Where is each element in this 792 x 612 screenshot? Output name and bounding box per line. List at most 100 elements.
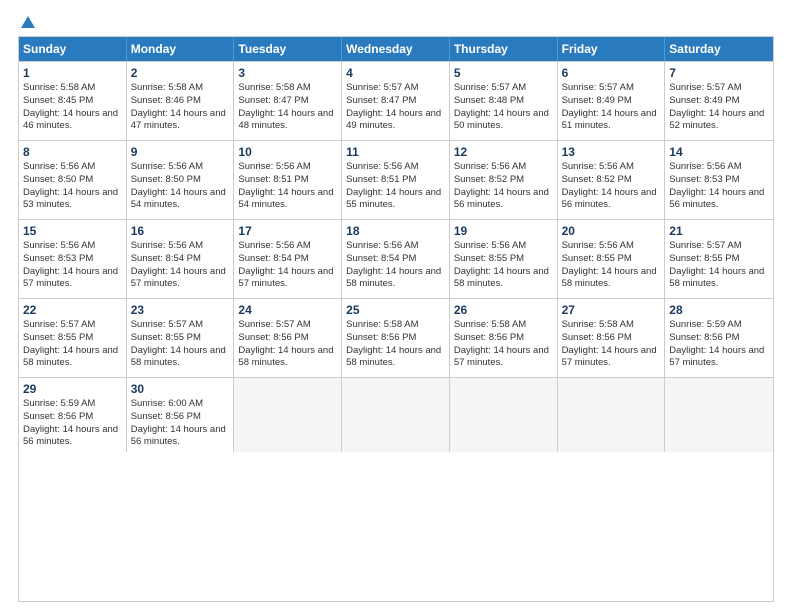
- day-header-thursday: Thursday: [450, 37, 558, 61]
- calendar-cell-4: 4 Sunrise: 5:57 AMSunset: 8:47 PMDaylight…: [342, 62, 450, 140]
- day-header-monday: Monday: [127, 37, 235, 61]
- calendar-row-3: 15 Sunrise: 5:56 AMSunset: 8:53 PMDayligh…: [19, 219, 773, 298]
- cell-date-23: 23: [131, 303, 230, 317]
- calendar-cell-30: 30 Sunrise: 6:00 AMSunset: 8:56 PMDayligh…: [127, 378, 235, 452]
- cell-info-6: Sunrise: 5:57 AMSunset: 8:49 PMDaylight:…: [562, 82, 661, 133]
- calendar-cell-8: 8Sunrise: 5:56 AMSunset: 8:50 PMDaylight…: [19, 141, 127, 219]
- cell-date-22: 22: [23, 303, 122, 317]
- cell-date-26: 26: [454, 303, 553, 317]
- cell-date-15: 15: [23, 224, 122, 238]
- calendar-cell-29: 29 Sunrise: 5:59 AMSunset: 8:56 PMDayligh…: [19, 378, 127, 452]
- calendar-cell-17: 17 Sunrise: 5:56 AMSunset: 8:54 PMDayligh…: [234, 220, 342, 298]
- calendar-cell-3: 3 Sunrise: 5:58 AMSunset: 8:47 PMDaylight…: [234, 62, 342, 140]
- cell-info-20: Sunrise: 5:56 AMSunset: 8:55 PMDaylight:…: [562, 240, 661, 291]
- cell-info-27: Sunrise: 5:58 AMSunset: 8:56 PMDaylight:…: [562, 319, 661, 370]
- cell-date-30: 30: [131, 382, 230, 396]
- calendar-row-5: 29 Sunrise: 5:59 AMSunset: 8:56 PMDayligh…: [19, 377, 773, 452]
- cell-date-5: 5: [454, 66, 553, 80]
- day-header-saturday: Saturday: [665, 37, 773, 61]
- cell-date-16: 16: [131, 224, 230, 238]
- cell-info-24: Sunrise: 5:57 AMSunset: 8:56 PMDaylight:…: [238, 319, 337, 370]
- day-header-tuesday: Tuesday: [234, 37, 342, 61]
- cell-date-9: 9: [131, 145, 230, 159]
- calendar-cell-24: 24Sunrise: 5:57 AMSunset: 8:56 PMDayligh…: [234, 299, 342, 377]
- cell-date-11: 11: [346, 145, 445, 159]
- calendar-cell-empty-6: [665, 378, 773, 452]
- calendar-cell-13: 13Sunrise: 5:56 AMSunset: 8:52 PMDayligh…: [558, 141, 666, 219]
- calendar-cell-21: 21Sunrise: 5:57 AMSunset: 8:55 PMDayligh…: [665, 220, 773, 298]
- calendar-cell-27: 27 Sunrise: 5:58 AMSunset: 8:56 PMDayligh…: [558, 299, 666, 377]
- cell-date-29: 29: [23, 382, 122, 396]
- cell-info-3: Sunrise: 5:58 AMSunset: 8:47 PMDaylight:…: [238, 82, 337, 133]
- cell-date-2: 2: [131, 66, 230, 80]
- cell-info-11: Sunrise: 5:56 AMSunset: 8:51 PMDaylight:…: [346, 161, 445, 212]
- calendar-cell-26: 26 Sunrise: 5:58 AMSunset: 8:56 PMDayligh…: [450, 299, 558, 377]
- calendar-cell-empty-4: [450, 378, 558, 452]
- cell-info-23: Sunrise: 5:57 AMSunset: 8:55 PMDaylight:…: [131, 319, 230, 370]
- calendar-header: SundayMondayTuesdayWednesdayThursdayFrid…: [19, 37, 773, 61]
- cell-date-19: 19: [454, 224, 553, 238]
- cell-info-21: Sunrise: 5:57 AMSunset: 8:55 PMDaylight:…: [669, 240, 769, 291]
- day-header-wednesday: Wednesday: [342, 37, 450, 61]
- cell-date-6: 6: [562, 66, 661, 80]
- cell-info-4: Sunrise: 5:57 AMSunset: 8:47 PMDaylight:…: [346, 82, 445, 133]
- cell-date-8: 8: [23, 145, 122, 159]
- calendar-cell-19: 19 Sunrise: 5:56 AMSunset: 8:55 PMDayligh…: [450, 220, 558, 298]
- cell-info-19: Sunrise: 5:56 AMSunset: 8:55 PMDaylight:…: [454, 240, 553, 291]
- cell-info-9: Sunrise: 5:56 AMSunset: 8:50 PMDaylight:…: [131, 161, 230, 212]
- cell-date-18: 18: [346, 224, 445, 238]
- cell-info-29: Sunrise: 5:59 AMSunset: 8:56 PMDaylight:…: [23, 398, 122, 449]
- cell-info-28: Sunrise: 5:59 AMSunset: 8:56 PMDaylight:…: [669, 319, 769, 370]
- cell-date-14: 14: [669, 145, 769, 159]
- calendar-cell-16: 16 Sunrise: 5:56 AMSunset: 8:54 PMDayligh…: [127, 220, 235, 298]
- cell-info-30: Sunrise: 6:00 AMSunset: 8:56 PMDaylight:…: [131, 398, 230, 449]
- cell-date-7: 7: [669, 66, 769, 80]
- cell-info-16: Sunrise: 5:56 AMSunset: 8:54 PMDaylight:…: [131, 240, 230, 291]
- calendar-row-4: 22 Sunrise: 5:57 AMSunset: 8:55 PMDayligh…: [19, 298, 773, 377]
- cell-info-14: Sunrise: 5:56 AMSunset: 8:53 PMDaylight:…: [669, 161, 769, 212]
- day-header-friday: Friday: [558, 37, 666, 61]
- cell-info-2: Sunrise: 5:58 AMSunset: 8:46 PMDaylight:…: [131, 82, 230, 133]
- cell-date-13: 13: [562, 145, 661, 159]
- cell-info-26: Sunrise: 5:58 AMSunset: 8:56 PMDaylight:…: [454, 319, 553, 370]
- calendar: SundayMondayTuesdayWednesdayThursdayFrid…: [18, 36, 774, 602]
- calendar-cell-empty-2: [234, 378, 342, 452]
- calendar-cell-empty-3: [342, 378, 450, 452]
- calendar-cell-28: 28 Sunrise: 5:59 AMSunset: 8:56 PMDayligh…: [665, 299, 773, 377]
- calendar-cell-22: 22 Sunrise: 5:57 AMSunset: 8:55 PMDayligh…: [19, 299, 127, 377]
- cell-info-15: Sunrise: 5:56 AMSunset: 8:53 PMDaylight:…: [23, 240, 122, 291]
- header: [18, 14, 774, 28]
- calendar-cell-23: 23 Sunrise: 5:57 AMSunset: 8:55 PMDayligh…: [127, 299, 235, 377]
- cell-info-25: Sunrise: 5:58 AMSunset: 8:56 PMDaylight:…: [346, 319, 445, 370]
- logo: [18, 14, 38, 28]
- cell-info-10: Sunrise: 5:56 AMSunset: 8:51 PMDaylight:…: [238, 161, 337, 212]
- cell-info-5: Sunrise: 5:57 AMSunset: 8:48 PMDaylight:…: [454, 82, 553, 133]
- calendar-cell-18: 18 Sunrise: 5:56 AMSunset: 8:54 PMDayligh…: [342, 220, 450, 298]
- calendar-cell-6: 6 Sunrise: 5:57 AMSunset: 8:49 PMDaylight…: [558, 62, 666, 140]
- cell-date-17: 17: [238, 224, 337, 238]
- cell-info-22: Sunrise: 5:57 AMSunset: 8:55 PMDaylight:…: [23, 319, 122, 370]
- calendar-cell-11: 11 Sunrise: 5:56 AMSunset: 8:51 PMDayligh…: [342, 141, 450, 219]
- calendar-cell-20: 20 Sunrise: 5:56 AMSunset: 8:55 PMDayligh…: [558, 220, 666, 298]
- cell-date-4: 4: [346, 66, 445, 80]
- day-header-sunday: Sunday: [19, 37, 127, 61]
- calendar-cell-empty-5: [558, 378, 666, 452]
- cell-date-28: 28: [669, 303, 769, 317]
- cell-date-27: 27: [562, 303, 661, 317]
- cell-info-17: Sunrise: 5:56 AMSunset: 8:54 PMDaylight:…: [238, 240, 337, 291]
- calendar-cell-14: 14 Sunrise: 5:56 AMSunset: 8:53 PMDayligh…: [665, 141, 773, 219]
- cell-info-7: Sunrise: 5:57 AMSunset: 8:49 PMDaylight:…: [669, 82, 769, 133]
- cell-info-18: Sunrise: 5:56 AMSunset: 8:54 PMDaylight:…: [346, 240, 445, 291]
- calendar-row-2: 8 Sunrise: 5:56 AMSunset: 8:50 PMDaylight…: [19, 140, 773, 219]
- calendar-body: 1Sunrise: 5:58 AMSunset: 8:45 PMDaylight…: [19, 61, 773, 452]
- calendar-cell-9: 9 Sunrise: 5:56 AMSunset: 8:50 PMDaylight…: [127, 141, 235, 219]
- calendar-cell-2: 2 Sunrise: 5:58 AMSunset: 8:46 PMDaylight…: [127, 62, 235, 140]
- cell-date-1: 1: [23, 66, 122, 80]
- calendar-cell-25: 25Sunrise: 5:58 AMSunset: 8:56 PMDayligh…: [342, 299, 450, 377]
- calendar-cell-7: 7 Sunrise: 5:57 AMSunset: 8:49 PMDaylight…: [665, 62, 773, 140]
- calendar-cell-10: 10Sunrise: 5:56 AMSunset: 8:51 PMDayligh…: [234, 141, 342, 219]
- calendar-cell-15: 15 Sunrise: 5:56 AMSunset: 8:53 PMDayligh…: [19, 220, 127, 298]
- cell-date-3: 3: [238, 66, 337, 80]
- cell-date-20: 20: [562, 224, 661, 238]
- logo-icon: [19, 14, 37, 32]
